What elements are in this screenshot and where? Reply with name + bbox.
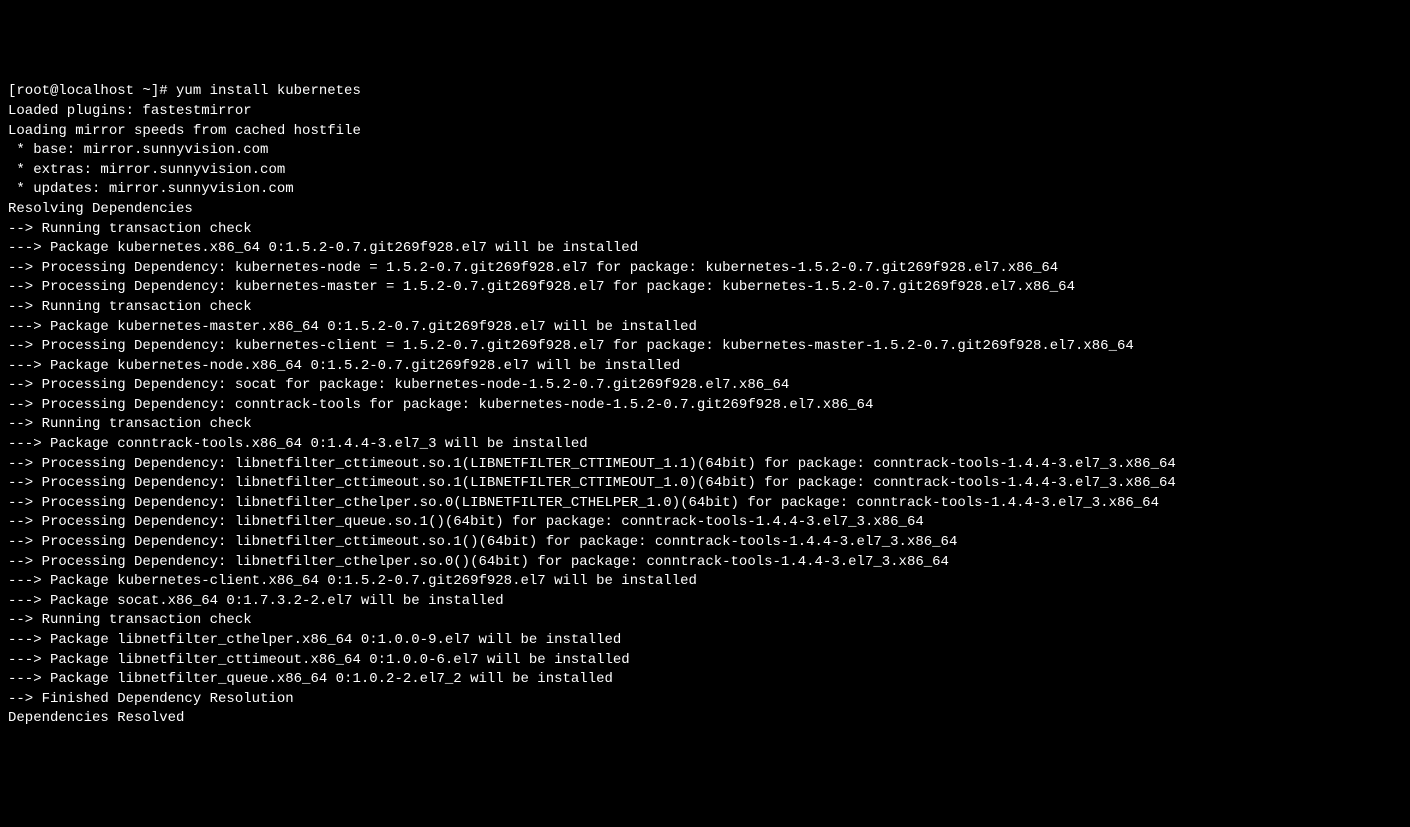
- output-line: ---> Package libnetfilter_cttimeout.x86_…: [8, 651, 1402, 671]
- output-line: ---> Package conntrack-tools.x86_64 0:1.…: [8, 435, 1402, 455]
- output-line: * extras: mirror.sunnyvision.com: [8, 161, 1402, 181]
- shell-prompt: [root@localhost ~]#: [8, 83, 176, 99]
- output-line: Resolving Dependencies: [8, 200, 1402, 220]
- output-line: --> Running transaction check: [8, 298, 1402, 318]
- output-line: * base: mirror.sunnyvision.com: [8, 141, 1402, 161]
- output-line: --> Processing Dependency: libnetfilter_…: [8, 455, 1402, 475]
- output-line: --> Processing Dependency: libnetfilter_…: [8, 533, 1402, 553]
- output-line: --> Running transaction check: [8, 415, 1402, 435]
- terminal-output[interactable]: [root@localhost ~]# yum install kubernet…: [8, 82, 1402, 729]
- output-line: --> Processing Dependency: kubernetes-ma…: [8, 278, 1402, 298]
- output-line: --> Processing Dependency: libnetfilter_…: [8, 553, 1402, 573]
- output-line: ---> Package socat.x86_64 0:1.7.3.2-2.el…: [8, 592, 1402, 612]
- output-line: ---> Package kubernetes.x86_64 0:1.5.2-0…: [8, 239, 1402, 259]
- entered-command: yum install kubernetes: [176, 83, 361, 99]
- output-line: --> Running transaction check: [8, 220, 1402, 240]
- command-line: [root@localhost ~]# yum install kubernet…: [8, 82, 1402, 102]
- output-line: --> Processing Dependency: libnetfilter_…: [8, 494, 1402, 514]
- output-line: Dependencies Resolved: [8, 709, 1402, 729]
- output-line: ---> Package libnetfilter_cthelper.x86_6…: [8, 631, 1402, 651]
- output-line: --> Processing Dependency: libnetfilter_…: [8, 474, 1402, 494]
- output-line: --> Processing Dependency: kubernetes-no…: [8, 259, 1402, 279]
- output-line: ---> Package kubernetes-client.x86_64 0:…: [8, 572, 1402, 592]
- output-line: --> Processing Dependency: conntrack-too…: [8, 396, 1402, 416]
- output-line: --> Processing Dependency: kubernetes-cl…: [8, 337, 1402, 357]
- output-line: ---> Package kubernetes-master.x86_64 0:…: [8, 318, 1402, 338]
- output-line: ---> Package kubernetes-node.x86_64 0:1.…: [8, 357, 1402, 377]
- output-line: ---> Package libnetfilter_queue.x86_64 0…: [8, 670, 1402, 690]
- output-line: --> Running transaction check: [8, 611, 1402, 631]
- output-line: * updates: mirror.sunnyvision.com: [8, 180, 1402, 200]
- output-line: Loaded plugins: fastestmirror: [8, 102, 1402, 122]
- output-line: --> Finished Dependency Resolution: [8, 690, 1402, 710]
- output-line: Loading mirror speeds from cached hostfi…: [8, 122, 1402, 142]
- output-line: --> Processing Dependency: libnetfilter_…: [8, 513, 1402, 533]
- output-line: --> Processing Dependency: socat for pac…: [8, 376, 1402, 396]
